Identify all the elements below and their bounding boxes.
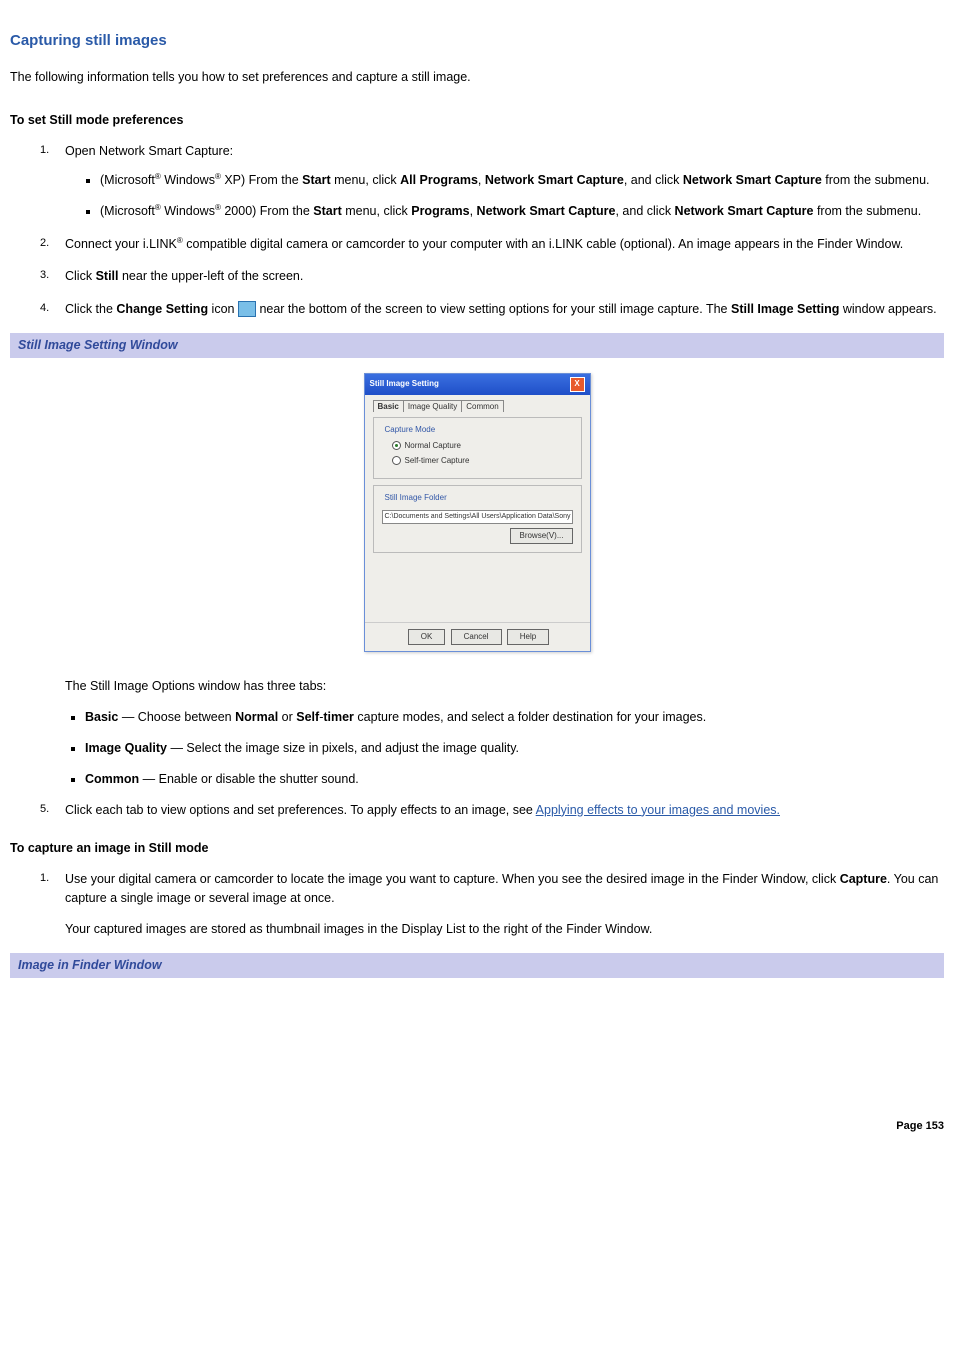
step-text: Open Network Smart Capture: [65,144,233,158]
bold: Change Setting [116,302,208,316]
bold: Network Smart Capture [683,173,822,187]
text: , [478,173,485,187]
figure-caption-still-setting: Still Image Setting Window [10,333,944,358]
bold: Network Smart Capture [675,204,814,218]
text: near the bottom of the screen to view se… [256,302,731,316]
bold: Still Image Setting [731,302,839,316]
dialog-title: Still Image Setting [370,378,439,390]
text: , and click [624,173,683,187]
text: , [470,204,477,218]
text: (Microsoft [100,204,155,218]
dialog-titlebar: Still Image Setting X [365,374,590,395]
text: near the upper-left of the screen. [118,269,303,283]
bold: timer [323,710,354,724]
bold: Programs [411,204,469,218]
intro-text: The following information tells you how … [10,68,944,87]
tab-desc-basic: Basic — Choose between Normal or Self-ti… [85,708,944,727]
text: Connect your i.LINK [65,237,177,251]
tab-desc-image-quality: Image Quality — Select the image size in… [85,739,944,758]
figure-caption-finder-window: Image in Finder Window [10,953,944,978]
bold: Network Smart Capture [485,173,624,187]
bold: Normal [235,710,278,724]
text: window appears. [839,302,936,316]
text: 2000) From the [221,204,313,218]
text: — Choose between [118,710,235,724]
radio-dot-icon [392,456,401,465]
bold: Network Smart Capture [477,204,616,218]
close-icon[interactable]: X [570,377,585,392]
step-5: 5. Click each tab to view options and se… [40,801,944,820]
section2-heading: To capture an image in Still mode [10,839,944,858]
help-button[interactable]: Help [507,629,549,645]
section1-heading: To set Still mode preferences [10,111,944,130]
text: from the submenu. [813,204,921,218]
text: Windows [161,204,215,218]
sec2-step-1: 1. Use your digital camera or camcorder … [40,870,944,939]
step-marker: 1. [40,870,49,887]
sub-bullet-2000: (Microsoft® Windows® 2000) From the Star… [100,202,944,221]
step-marker: 5. [40,801,49,818]
folder-path-field[interactable]: C:\Documents and Settings\All Users\Appl… [382,510,573,525]
bold: Self [296,710,319,724]
group-title: Still Image Folder [382,492,450,504]
group-title: Capture Mode [382,424,439,436]
text: XP) From the [221,173,302,187]
bold: Start [302,173,330,187]
bold: Image Quality [85,741,167,755]
group-still-image-folder: Still Image Folder C:\Documents and Sett… [373,485,582,554]
radio-label: Normal Capture [405,441,461,450]
step-marker: 4. [40,300,49,317]
text: , and click [615,204,674,218]
tab-basic[interactable]: Basic [373,400,404,412]
text: — Enable or disable the shutter sound. [139,772,359,786]
step-marker: 1. [40,142,49,159]
bold: Common [85,772,139,786]
tab-desc-common: Common — Enable or disable the shutter s… [85,770,944,789]
step-3: 3. Click Still near the upper-left of th… [40,267,944,286]
step-4: 4. Click the Change Setting icon near th… [40,300,944,319]
text: compatible digital camera or camcorder t… [183,237,904,251]
bold: Capture [840,872,887,886]
sub-bullet-xp: (Microsoft® Windows® XP) From the Start … [100,171,944,190]
page-title: Capturing still images [10,30,944,53]
link-applying-effects[interactable]: Applying effects to your images and movi… [536,803,780,817]
text: Click [65,269,96,283]
text: menu, click [331,173,400,187]
step-marker: 3. [40,267,49,284]
text: capture modes, and select a folder desti… [354,710,706,724]
cancel-button[interactable]: Cancel [451,629,502,645]
step-1: 1. Open Network Smart Capture: (Microsof… [40,142,944,221]
browse-button[interactable]: Browse(V)... [510,528,572,544]
bold: Still [96,269,119,283]
text: Use your digital camera or camcorder to … [65,872,840,886]
text: from the submenu. [822,173,930,187]
bold: Basic [85,710,118,724]
tab-image-quality[interactable]: Image Quality [403,400,462,412]
text: (Microsoft [100,173,155,187]
text: Click the [65,302,116,316]
tab-common[interactable]: Common [461,400,503,412]
radio-self-timer-capture[interactable]: Self-timer Capture [392,455,573,467]
text: menu, click [342,204,411,218]
text: Click each tab to view options and set p… [65,803,536,817]
text: icon [208,302,238,316]
change-setting-icon [238,301,256,317]
step-2: 2. Connect your i.LINK® compatible digit… [40,235,944,254]
text: — Select the image size in pixels, and a… [167,741,519,755]
text: or [278,710,296,724]
page-number: Page 153 [10,1118,944,1135]
after-figure-text: The Still Image Options window has three… [65,677,944,696]
text: Windows [161,173,215,187]
bold: All Programs [400,173,478,187]
ok-button[interactable]: OK [408,629,446,645]
dialog-still-image-setting: Still Image Setting X BasicImage Quality… [364,373,591,653]
radio-dot-icon [392,441,401,450]
bold: Start [313,204,341,218]
group-capture-mode: Capture Mode Normal Capture Self-timer C… [373,417,582,479]
radio-label: Self-timer Capture [405,456,470,465]
sec2-step1-para2: Your captured images are stored as thumb… [65,920,944,939]
radio-normal-capture[interactable]: Normal Capture [392,440,573,452]
step-marker: 2. [40,235,49,252]
